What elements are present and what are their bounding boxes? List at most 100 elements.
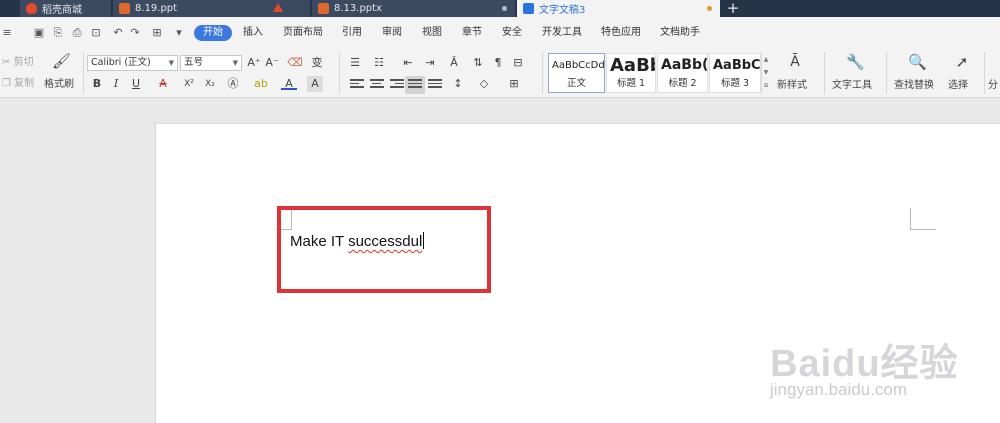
brush-icon: 🖌 [52, 52, 72, 70]
strikethrough-icon[interactable]: A [155, 76, 171, 92]
clear-format-icon[interactable]: ⌫ [287, 55, 303, 71]
style-heading-1[interactable]: AaBb 标题 1 [606, 53, 656, 93]
more-chevron-icon[interactable]: ▾ [172, 26, 186, 39]
phonetic-guide-icon[interactable]: 变 [309, 55, 325, 71]
document-tab-bar: 稻壳商城 8.19.ppt 8.13.pptx 文字文稿3 + [0, 0, 1000, 17]
align-center-icon[interactable] [370, 79, 384, 91]
customize-toolbar-icon[interactable]: ⊞ [150, 26, 164, 39]
style-normal[interactable]: AaBbCcDd 正文 [548, 53, 605, 93]
highlight-color-icon[interactable]: ab [253, 76, 269, 92]
new-tab-button[interactable]: + [722, 0, 744, 17]
annotation-highlight-box [277, 206, 491, 293]
menu-bar: ≡ ▣ ⎘ ⎙ ⊡ ↶ ↷ ⊞ ▾ 开始 插入 页面布局 引用 审阅 视图 章节… [0, 17, 1000, 48]
tab-label: 稻壳商城 [42, 5, 82, 16]
print-icon[interactable]: ⎙ [70, 26, 84, 39]
watermark-logo: Baidu经验 [770, 343, 959, 385]
split-button[interactable]: 分 [988, 79, 998, 93]
undo-icon[interactable]: ↶ [111, 26, 125, 39]
tab-label: 文字文稿3 [539, 5, 586, 16]
margin-corner-marker-right [910, 208, 936, 230]
select-button[interactable]: ➚ 选择 [944, 50, 980, 96]
tab-8-13-pptx[interactable]: 8.13.pptx [312, 0, 516, 17]
search-icon: 🔍 [908, 53, 927, 71]
ppt-file-icon [318, 3, 329, 14]
underline-icon[interactable]: U [128, 76, 144, 92]
chevron-down-icon: ▼ [168, 59, 174, 67]
cut-button[interactable]: ✂ 剪切 [2, 56, 34, 70]
text-effects-icon[interactable]: Ⓐ [225, 76, 241, 92]
wrench-icon: 🔧 [846, 53, 865, 71]
grow-font-icon[interactable]: A⁺ [246, 55, 262, 71]
align-left-icon[interactable] [350, 79, 364, 91]
decrease-indent-icon[interactable]: ⇤ [400, 55, 416, 71]
format-painter-label: 格式刷 [44, 79, 74, 90]
chevron-down-icon: ▼ [763, 69, 769, 76]
bullet-list-icon[interactable]: ☰ [347, 55, 363, 71]
align-right-icon[interactable] [390, 79, 404, 91]
menu-tab-insert[interactable]: 插入 [243, 25, 263, 41]
file-menu-chevron-icon[interactable]: ≡ [0, 26, 14, 39]
chevron-up-icon: ▲ [763, 56, 769, 63]
style-heading-2[interactable]: AaBb( 标题 2 [657, 53, 708, 93]
ribbon-toolbar: ✂ 剪切 ❐ 复制 🖌 格式刷 Calibri (正文) ▼ 五号 ▼ A⁺ A⁻ … [0, 48, 1000, 98]
ppt-file-icon [119, 3, 130, 14]
new-style-icon: Ā [790, 54, 800, 70]
scissors-icon: ✂ [2, 57, 11, 68]
line-spacing-icon[interactable]: ↕ [450, 76, 466, 92]
show-marks-icon[interactable]: ¶ [490, 55, 506, 71]
font-size-select[interactable]: 五号 ▼ [180, 55, 242, 71]
superscript-icon[interactable]: X² [181, 76, 197, 92]
print-preview-icon[interactable]: ⊡ [89, 26, 103, 39]
increase-indent-icon[interactable]: ⇥ [422, 55, 438, 71]
subscript-icon[interactable]: X₂ [202, 76, 218, 92]
text-tools-button[interactable]: 🔧 文字工具 [828, 50, 882, 96]
menu-tab-features[interactable]: 特色应用 [601, 25, 641, 41]
distribute-icon[interactable] [428, 79, 442, 91]
font-name-select[interactable]: Calibri (正文) ▼ [87, 55, 178, 71]
chevron-down-icon: ▼ [232, 59, 238, 67]
baidu-jingyan-watermark: Baidu经验 jingyan.baidu.com [760, 312, 1000, 423]
redo-icon[interactable]: ↷ [128, 26, 142, 39]
menu-tab-start[interactable]: 开始 [194, 25, 232, 41]
numbered-list-icon[interactable]: ☷ [371, 55, 387, 71]
menu-tab-security[interactable]: 安全 [502, 25, 522, 41]
char-shading-icon[interactable]: A [307, 76, 323, 92]
text-direction-icon[interactable]: Ā [446, 55, 462, 71]
format-painter-button[interactable]: 🖌 格式刷 [40, 50, 80, 96]
find-replace-button[interactable]: 🔍 查找替换 [890, 50, 942, 96]
font-color-icon[interactable]: A [281, 76, 297, 90]
tab-wenzi-wengao3[interactable]: 文字文稿3 [517, 0, 721, 17]
tab-label: 8.13.pptx [334, 3, 382, 14]
borders-icon[interactable]: ⊞ [506, 76, 522, 92]
wps-writer-icon [523, 3, 534, 14]
italic-icon[interactable]: I [108, 76, 124, 92]
menu-tab-chapter[interactable]: 章节 [462, 25, 482, 41]
menu-tab-page-layout[interactable]: 页面布局 [283, 25, 323, 41]
sort-icon[interactable]: ⇅ [470, 55, 486, 71]
paragraph-settings-icon[interactable]: ⊟ [510, 55, 526, 71]
styles-gallery: AaBbCcDd 正文 AaBb 标题 1 AaBb( 标题 2 AaBbC 标… [548, 53, 770, 93]
menu-tab-references[interactable]: 引用 [342, 25, 362, 41]
more-styles-icon: ≡ [763, 82, 769, 89]
menu-tab-doc-assistant[interactable]: 文档助手 [660, 25, 700, 41]
tab-unsaved-dot-icon [707, 6, 712, 11]
warning-icon [273, 3, 283, 12]
tab-label: 8.19.ppt [135, 3, 178, 14]
cursor-arrow-icon: ➚ [955, 53, 969, 71]
tab-daoke-store[interactable]: 稻壳商城 [20, 0, 112, 17]
styles-gallery-scroll[interactable]: ▲ ▼ ≡ [761, 53, 770, 93]
shading-icon[interactable]: ◇ [476, 76, 492, 92]
tab-unsaved-dot-icon [502, 6, 507, 11]
export-pdf-icon[interactable]: ⎘ [51, 26, 65, 39]
menu-tab-view[interactable]: 视图 [422, 25, 442, 41]
save-icon[interactable]: ▣ [32, 26, 46, 39]
style-heading-3[interactable]: AaBbC 标题 3 [709, 53, 761, 93]
watermark-url: jingyan.baidu.com [770, 380, 908, 399]
justify-button[interactable] [405, 76, 425, 94]
menu-tab-review[interactable]: 审阅 [382, 25, 402, 41]
copy-button[interactable]: ❐ 复制 [2, 77, 34, 91]
bold-icon[interactable]: B [89, 76, 105, 92]
menu-tab-developer[interactable]: 开发工具 [542, 25, 582, 41]
new-style-button[interactable]: Ā 新样式 [775, 50, 819, 96]
shrink-font-icon[interactable]: A⁻ [264, 55, 280, 71]
